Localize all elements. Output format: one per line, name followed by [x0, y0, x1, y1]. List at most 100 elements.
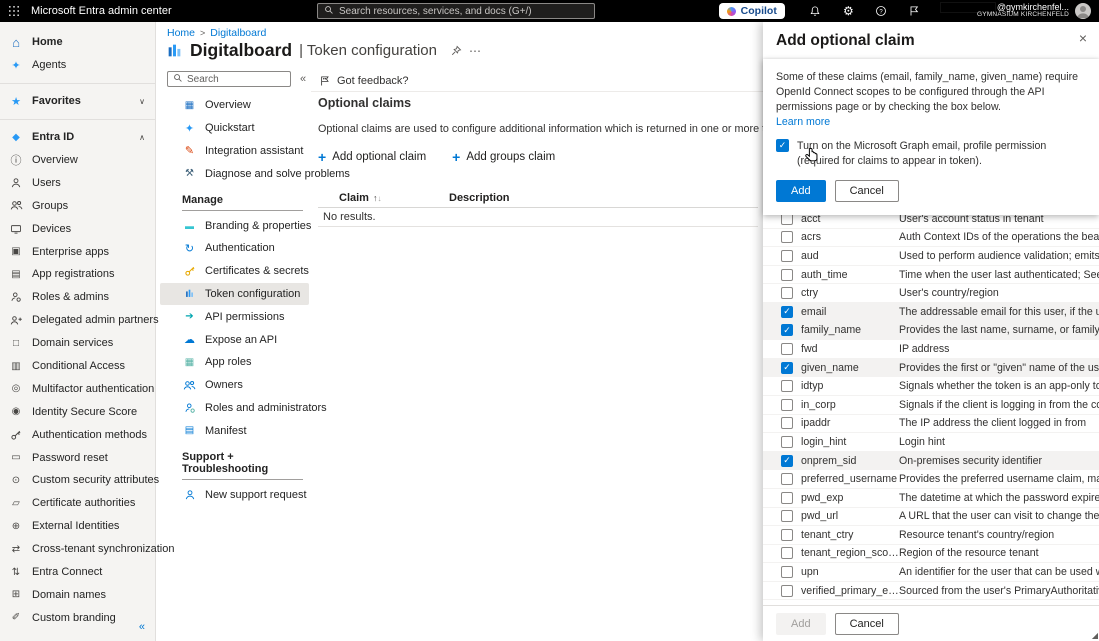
- sidebar-item-authentication-methods[interactable]: Authentication methods: [0, 423, 155, 446]
- menu-item-manifest[interactable]: ▤Manifest: [160, 419, 309, 442]
- claim-checkbox-login-hint[interactable]: [781, 436, 793, 448]
- menu-item-app-roles[interactable]: ▦App roles: [160, 351, 309, 374]
- claim-checkbox-acrs[interactable]: [781, 231, 793, 243]
- sidebar-collapse-button[interactable]: «: [139, 621, 145, 633]
- claim-row-login-hint[interactable]: login_hintLogin hint: [763, 433, 1099, 452]
- menu-item-api-permissions[interactable]: ➔API permissions: [160, 305, 309, 328]
- breadcrumb-home-link[interactable]: Home: [167, 27, 195, 39]
- claim-row-idtyp[interactable]: idtypSignals whether the token is an app…: [763, 377, 1099, 396]
- sidebar-item-users[interactable]: Users: [0, 171, 155, 194]
- waffle-icon[interactable]: [0, 6, 28, 16]
- menu-item-token-configuration[interactable]: Token configuration: [160, 283, 309, 306]
- sidebar-item-identity-secure-score[interactable]: ◉Identity Secure Score: [0, 400, 155, 423]
- claim-row-given-name[interactable]: given_nameProvides the first or "given" …: [763, 359, 1099, 378]
- claim-row-ipaddr[interactable]: ipaddrThe IP address the client logged i…: [763, 415, 1099, 434]
- menu-item-overview[interactable]: ▦Overview: [160, 94, 309, 117]
- claim-checkbox-family-name[interactable]: [781, 324, 793, 336]
- claim-row-acrs[interactable]: acrsAuth Context IDs of the operations t…: [763, 229, 1099, 248]
- got-feedback-button[interactable]: Got feedback?: [337, 75, 409, 87]
- claim-row-preferred-username[interactable]: preferred_usernameProvides the preferred…: [763, 470, 1099, 489]
- claim-row-auth-time[interactable]: auth_timeTime when the user last authent…: [763, 266, 1099, 285]
- claim-column-header[interactable]: Claim ↑↓: [318, 192, 449, 204]
- sidebar-item-delegated-admin-partners[interactable]: Delegated admin partners: [0, 309, 155, 332]
- claim-row-email[interactable]: emailThe addressable email for this user…: [763, 303, 1099, 322]
- sidebar-item-conditional-access[interactable]: ▥Conditional Access: [0, 355, 155, 378]
- sidebar-item-certificate-authorities[interactable]: ▱Certificate authorities: [0, 492, 155, 515]
- add-optional-claim-button[interactable]: + Add optional claim: [318, 150, 426, 164]
- claim-checkbox-auth-time[interactable]: [781, 269, 793, 281]
- account-info[interactable]: @gymkirchenfel... GYMNASIUM KIRCHENFELD: [941, 3, 1069, 19]
- sidebar-item-favorites[interactable]: ★Favorites∨: [0, 90, 155, 113]
- sidebar-item-entra-connect[interactable]: ⇅Entra Connect: [0, 561, 155, 584]
- claim-row-ctry[interactable]: ctryUser's country/region: [763, 284, 1099, 303]
- panel-resize-handle[interactable]: ◢: [1092, 631, 1098, 640]
- sidebar-item-custom-branding[interactable]: ✐Custom branding: [0, 606, 155, 629]
- claim-row-pwd-exp[interactable]: pwd_expThe datetime at which the passwor…: [763, 489, 1099, 508]
- dialog-add-button[interactable]: Add: [776, 180, 826, 202]
- sidebar-item-overview[interactable]: ⓘOverview: [0, 149, 155, 172]
- menu-item-quickstart[interactable]: ✦Quickstart: [160, 117, 309, 140]
- claim-checkbox-tenant-ctry[interactable]: [781, 529, 793, 541]
- claim-checkbox-ipaddr[interactable]: [781, 417, 793, 429]
- sidebar-item-cross-tenant-synchronization[interactable]: ⇄Cross-tenant synchronization: [0, 538, 155, 561]
- menu-item-integration-assistant[interactable]: ✎Integration assistant: [160, 140, 309, 163]
- claim-row-upn[interactable]: upnAn identifier for the user that can b…: [763, 563, 1099, 582]
- claim-checkbox-ctry[interactable]: [781, 287, 793, 299]
- claim-checkbox-tenant-region-scope[interactable]: [781, 547, 793, 559]
- sidebar-item-agents[interactable]: ✦Agents: [0, 54, 155, 77]
- avatar[interactable]: [1075, 3, 1091, 19]
- claim-row-tenant-region-scope[interactable]: tenant_region_scopeRegion of the resourc…: [763, 545, 1099, 564]
- gear-icon[interactable]: ⚙: [832, 0, 865, 22]
- sidebar-item-custom-security-attributes[interactable]: ⊙Custom security attributes: [0, 469, 155, 492]
- claim-checkbox-onprem-sid[interactable]: [781, 455, 793, 467]
- menu-item-expose-an-api[interactable]: ☁Expose an API: [160, 328, 309, 351]
- claim-row-aud[interactable]: audUsed to perform audience validation; …: [763, 247, 1099, 266]
- copilot-button[interactable]: Copilot: [719, 3, 785, 19]
- sidebar-item-multifactor-authentication[interactable]: ◎Multifactor authentication: [0, 377, 155, 400]
- menu-item-roles-and-administrators[interactable]: Roles and administrators: [160, 397, 309, 420]
- resource-menu-collapse-button[interactable]: «: [300, 73, 306, 85]
- sidebar-item-roles-admins[interactable]: Roles & admins: [0, 286, 155, 309]
- claim-checkbox-pwd-exp[interactable]: [781, 492, 793, 504]
- more-menu-button[interactable]: ⋯: [469, 44, 482, 58]
- menu-item-authentication[interactable]: ↻Authentication: [160, 237, 309, 260]
- sidebar-item-enterprise-apps[interactable]: ▣Enterprise apps: [0, 240, 155, 263]
- pin-icon[interactable]: [450, 45, 462, 57]
- claim-checkbox-verified-primary-email[interactable]: [781, 585, 793, 597]
- help-icon[interactable]: ?: [865, 0, 898, 22]
- claim-checkbox-upn[interactable]: [781, 566, 793, 578]
- add-groups-claim-button[interactable]: + Add groups claim: [452, 150, 555, 164]
- claim-checkbox-fwd[interactable]: [781, 343, 793, 355]
- claim-checkbox-email[interactable]: [781, 306, 793, 318]
- claim-checkbox-pwd-url[interactable]: [781, 510, 793, 522]
- close-icon[interactable]: ×: [1079, 30, 1087, 46]
- claim-row-fwd[interactable]: fwdIP address: [763, 340, 1099, 359]
- global-search-input[interactable]: Search resources, services, and docs (G+…: [317, 3, 595, 19]
- dialog-learn-more-link[interactable]: Learn more: [776, 116, 830, 128]
- breadcrumb-current-link[interactable]: Digitalboard: [210, 27, 266, 39]
- claim-checkbox-preferred-username[interactable]: [781, 473, 793, 485]
- graph-permission-checkbox-row[interactable]: Turn on the Microsoft Graph email, profi…: [776, 139, 1086, 168]
- claim-row-in-corp[interactable]: in_corpSignals if the client is logging …: [763, 396, 1099, 415]
- menu-item-branding-properties[interactable]: ▬Branding & properties: [160, 214, 309, 237]
- claim-checkbox-idtyp[interactable]: [781, 380, 793, 392]
- menu-item-new-support-request[interactable]: New support request: [160, 483, 309, 506]
- panel-cancel-button[interactable]: Cancel: [835, 613, 899, 635]
- sidebar-item-external-identities[interactable]: ⊕External Identities: [0, 515, 155, 538]
- claim-checkbox-given-name[interactable]: [781, 362, 793, 374]
- sidebar-item-entra-id[interactable]: ◆Entra ID∧: [0, 126, 155, 149]
- sidebar-item-password-reset[interactable]: ▭Password reset: [0, 446, 155, 469]
- menu-item-owners[interactable]: Owners: [160, 374, 309, 397]
- notifications-bell-icon[interactable]: [799, 0, 832, 22]
- claim-row-pwd-url[interactable]: pwd_urlA URL that the user can visit to …: [763, 508, 1099, 527]
- claim-row-family-name[interactable]: family_nameProvides the last name, surna…: [763, 322, 1099, 341]
- sidebar-item-home[interactable]: ⌂Home: [0, 31, 155, 54]
- claim-row-tenant-ctry[interactable]: tenant_ctryResource tenant's country/reg…: [763, 526, 1099, 545]
- sidebar-item-domain-services[interactable]: □Domain services: [0, 332, 155, 355]
- feedback-flag-icon[interactable]: [898, 0, 931, 22]
- claim-row-verified-primary-email[interactable]: verified_primary_emailSourced from the u…: [763, 582, 1099, 601]
- sidebar-item-groups[interactable]: Groups: [0, 194, 155, 217]
- sidebar-item-app-registrations[interactable]: ▤App registrations: [0, 263, 155, 286]
- sidebar-item-domain-names[interactable]: ⊞Domain names: [0, 583, 155, 606]
- menu-item-diagnose-and-solve-problems[interactable]: ⚒Diagnose and solve problems: [160, 162, 309, 185]
